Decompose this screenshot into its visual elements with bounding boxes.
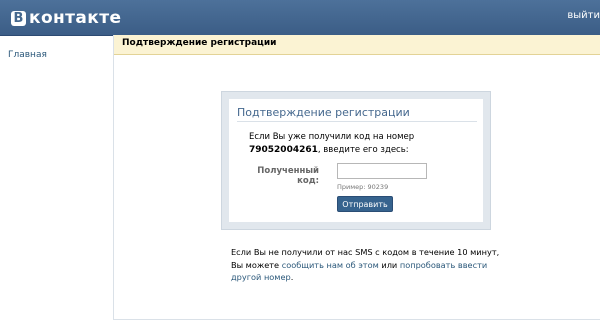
logout-link[interactable]: выйти: [567, 10, 600, 21]
instructions-line1: Если Вы уже получили код на номер: [249, 132, 415, 142]
confirmation-form-frame: Подтверждение регистрации Если Вы уже по…: [221, 91, 491, 230]
content-header-title: Подтверждение регистрации: [122, 38, 277, 48]
report-problem-link[interactable]: сообщить нам об этом: [282, 260, 379, 270]
code-field-label: Полученный код:: [257, 166, 319, 186]
form-title: Подтверждение регистрации: [237, 106, 477, 122]
vk-logo[interactable]: В контакте: [11, 7, 121, 29]
vk-logo-icon: В: [11, 10, 26, 26]
main-content: Подтверждение регистрации Подтверждение …: [113, 35, 600, 320]
code-input[interactable]: [337, 163, 427, 179]
note-or: или: [378, 259, 400, 270]
left-nav: Главная: [8, 42, 47, 61]
code-example-hint: Пример: 90239: [337, 183, 389, 191]
top-header: В контакте выйти: [0, 0, 600, 36]
note-end: .: [290, 272, 294, 282]
instructions-line2: , введите его здесь:: [317, 145, 409, 155]
confirmation-form: Подтверждение регистрации Если Вы уже по…: [229, 99, 483, 222]
vk-logo-text: контакте: [29, 8, 122, 28]
content-header: Подтверждение регистрации: [114, 35, 600, 55]
sms-help-note: Если Вы не получили от нас SMS с кодом в…: [231, 246, 506, 284]
phone-number: 79052004261: [249, 145, 318, 155]
form-instructions: Если Вы уже получили код на номер 790520…: [249, 131, 414, 157]
submit-button[interactable]: Отправить: [337, 196, 393, 212]
nav-item-home[interactable]: Главная: [8, 50, 47, 60]
